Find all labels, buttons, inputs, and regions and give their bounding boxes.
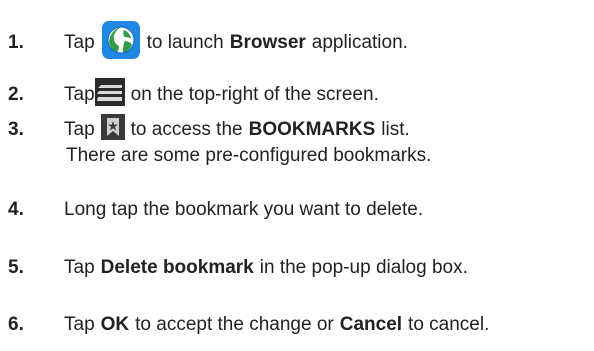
step-5: 5. Tap Delete bookmark in the pop-up dia… [0,251,594,285]
step-text: Tap Delete bookmark in the pop-up dialog… [64,257,468,278]
step-2: 2. Tap on the top-right of the screen. [0,78,594,112]
step-text: Tap to launch Browser application. [64,20,408,66]
step-1: 1. Tap to launch Browser application. [0,21,594,60]
browser-globe-icon [101,20,141,66]
step-text: Long tap the bookmark you want to delete… [64,199,424,220]
step-4: 4. Long tap the bookmark you want to del… [0,193,594,227]
menu-tabs-icon [94,78,125,112]
step-text: Tap on the top-right of the screen. [64,78,379,112]
step-number: 4. [8,199,24,220]
step-number: 3. [8,119,24,140]
step-number: 1. [8,32,24,53]
step-number: 2. [8,84,24,105]
step-text: Tap OK to accept the change or Cancel to… [64,314,490,335]
step-6: 6. Tap OK to accept the change or Cancel… [0,308,594,342]
step-number: 5. [8,257,24,278]
step-number: 6. [8,314,24,335]
note-text: There are some pre-configured bookmarks. [66,145,432,166]
